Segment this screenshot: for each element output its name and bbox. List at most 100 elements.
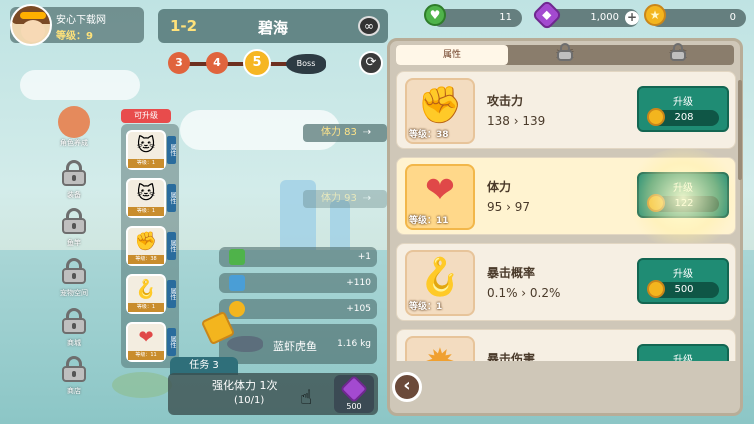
- tab-label: 属性: [442, 50, 461, 60]
- coin-icon: [647, 194, 665, 212]
- stage-header: 1-2 碧海 ∞: [158, 9, 388, 43]
- arrow-icon: ⇢: [362, 127, 372, 138]
- refresh-icon[interactable]: ⟳: [359, 51, 383, 75]
- card-level: 等级：1: [128, 159, 164, 168]
- upgrade-button[interactable]: 升级 122: [637, 172, 729, 218]
- back-arrow-icon[interactable]: ‹: [392, 372, 422, 402]
- exp-icon: [229, 275, 245, 291]
- arrow-icon: ⇢: [362, 193, 372, 204]
- attribute-name: 体力: [487, 180, 512, 194]
- side-menu-label: 宠物空间: [60, 289, 88, 297]
- upgrade-cost: 500: [647, 280, 719, 298]
- lock-icon: [62, 356, 86, 382]
- fish-weight: 1.16 kg: [337, 339, 371, 349]
- attribute-icon: ✹: [405, 336, 475, 361]
- bonus-value: +110: [346, 278, 371, 288]
- fist-icon: ✊: [134, 231, 158, 252]
- bonus-coins: +105: [219, 299, 377, 319]
- coin-icon: ★: [644, 4, 666, 26]
- tab-attributes[interactable]: 属性: [396, 45, 508, 65]
- attribute-name: 暴击概率: [487, 266, 536, 280]
- lock-icon: [62, 258, 86, 284]
- progress-step-current: 5: [243, 49, 271, 77]
- attribute-tag: 属性: [167, 232, 176, 260]
- upgrade-label: 升级: [673, 183, 693, 194]
- attribute-level: 等级：38: [409, 130, 449, 140]
- attribute-icon: ✊ 等级：38: [405, 78, 475, 144]
- upgradable-card[interactable]: 🐱 等级：1: [126, 130, 166, 170]
- heart-icon: ❤: [424, 170, 456, 211]
- attribute-name: 攻击力: [487, 94, 524, 108]
- heart-icon: ♥: [424, 4, 446, 26]
- lock-icon: [557, 43, 573, 61]
- power-stat-label: 体力 93: [321, 193, 357, 204]
- attribute-icon: ❤ 等级：11: [405, 164, 475, 230]
- attribute-card-stamina: ❤ 等级：11 体力 95 › 97 升级 122: [396, 148, 736, 248]
- stage-title: 碧海: [257, 19, 288, 37]
- upgradable-card[interactable]: 🐱 等级：1: [126, 178, 166, 218]
- side-menu-rod[interactable]: 鱼竿: [54, 206, 94, 254]
- attribute-card-attack: ✊ 等级：38 攻击力 138 › 139 升级 208: [396, 71, 736, 149]
- upgradable-card[interactable]: ✊ 等级：38: [126, 226, 166, 266]
- burst-icon: ✹: [407, 342, 473, 361]
- task-reward-amount: 500: [346, 402, 362, 411]
- upgrade-cost-value: 500: [674, 284, 694, 295]
- attribute-card-crit-rate: 🪝 等级：1 暴击概率 0.1% › 0.2% 升级 500: [396, 243, 736, 321]
- upgradable-card[interactable]: 🪝 等级：1: [126, 274, 166, 314]
- add-gems-button[interactable]: +: [625, 11, 639, 25]
- attribute-name: 暴击伤害: [487, 352, 536, 361]
- side-menu-mall[interactable]: 商城: [54, 306, 94, 354]
- cat-icon: 🐱: [136, 183, 156, 204]
- upgrade-button[interactable]: 升级 208: [637, 86, 729, 132]
- tab-skills[interactable]: 专技: [622, 43, 734, 65]
- task-panel[interactable]: 强化体力 1次 (10/1) 500: [168, 373, 378, 415]
- attribute-value: 0.1% › 0.2%: [487, 286, 561, 300]
- tab-aptitude[interactable]: 资质: [509, 43, 621, 65]
- bonus-exp: +110: [219, 273, 377, 293]
- upgradable-card[interactable]: ❤ 等级：11: [126, 322, 166, 362]
- upgrade-label: 升级: [673, 269, 693, 280]
- player-profile[interactable]: 安心下载网 等级：9: [10, 4, 144, 46]
- side-menu-pet[interactable]: 宠物空间: [54, 256, 94, 304]
- power-stat-preview: 体力 93 ⇢: [303, 190, 387, 208]
- bonus-value: +1: [357, 252, 371, 262]
- upgradable-list: 🐱 等级：1 属性 🐱 等级：1 属性 ✊ 等级：38 属性 🪝 等级：1 属性…: [121, 124, 179, 368]
- attribute-value: 95 › 97: [487, 200, 530, 214]
- side-menu-label: 商店: [67, 387, 81, 395]
- progress-step: 4: [206, 52, 228, 74]
- upgrade-cost: 208: [647, 108, 719, 126]
- side-menu-shop[interactable]: 商店: [54, 354, 94, 402]
- power-stat: 体力 83 ⇢: [303, 124, 387, 142]
- attribute-panel: 属性 资质 专技 ✊ 等级：38 攻击力 138 › 139 升级 208 ❤: [387, 38, 743, 416]
- upgrade-cost-value: 122: [674, 198, 694, 209]
- task-description: 强化体力 1次: [212, 379, 278, 392]
- task-reward[interactable]: 500: [334, 374, 374, 413]
- cat-icon: 🐱: [136, 135, 156, 156]
- heart-icon: [229, 249, 245, 265]
- upgrade-button[interactable]: 升级 500: [637, 258, 729, 304]
- panel-scrollbar[interactable]: [738, 80, 742, 180]
- upgrade-button[interactable]: 升级: [637, 344, 729, 361]
- stage-progress: 3 4 5 Boss: [168, 49, 328, 77]
- avatar[interactable]: [10, 4, 52, 46]
- hook-icon: 🪝: [417, 257, 463, 298]
- side-menu-character[interactable]: 角色养成: [54, 106, 94, 154]
- character-icon: [58, 106, 90, 138]
- attribute-list[interactable]: ✊ 等级：38 攻击力 138 › 139 升级 208 ❤ 等级：11 体力 …: [396, 71, 736, 361]
- side-menu-equipment[interactable]: 装备: [54, 158, 94, 206]
- bonus-value: +105: [346, 304, 371, 314]
- player-name: 安心下载网: [56, 15, 106, 26]
- gem-icon: [339, 374, 369, 404]
- attribute-level: 等级：1: [409, 302, 443, 312]
- progress-step: 3: [168, 52, 190, 74]
- fish-name: 蓝虾虎鱼: [273, 340, 317, 353]
- side-menu-label: 商城: [67, 339, 81, 347]
- heart-icon: ❤: [138, 327, 154, 348]
- card-level: 等级：1: [128, 303, 164, 312]
- side-menu-label: 装备: [67, 191, 81, 199]
- attribute-value: 138 › 139: [487, 114, 546, 128]
- attribute-card-crit-damage: ✹ 暴击伤害 升级: [396, 329, 736, 361]
- coin-icon: [229, 301, 245, 317]
- infinity-icon[interactable]: ∞: [358, 16, 380, 36]
- boss-fish-icon: Boss: [286, 54, 326, 74]
